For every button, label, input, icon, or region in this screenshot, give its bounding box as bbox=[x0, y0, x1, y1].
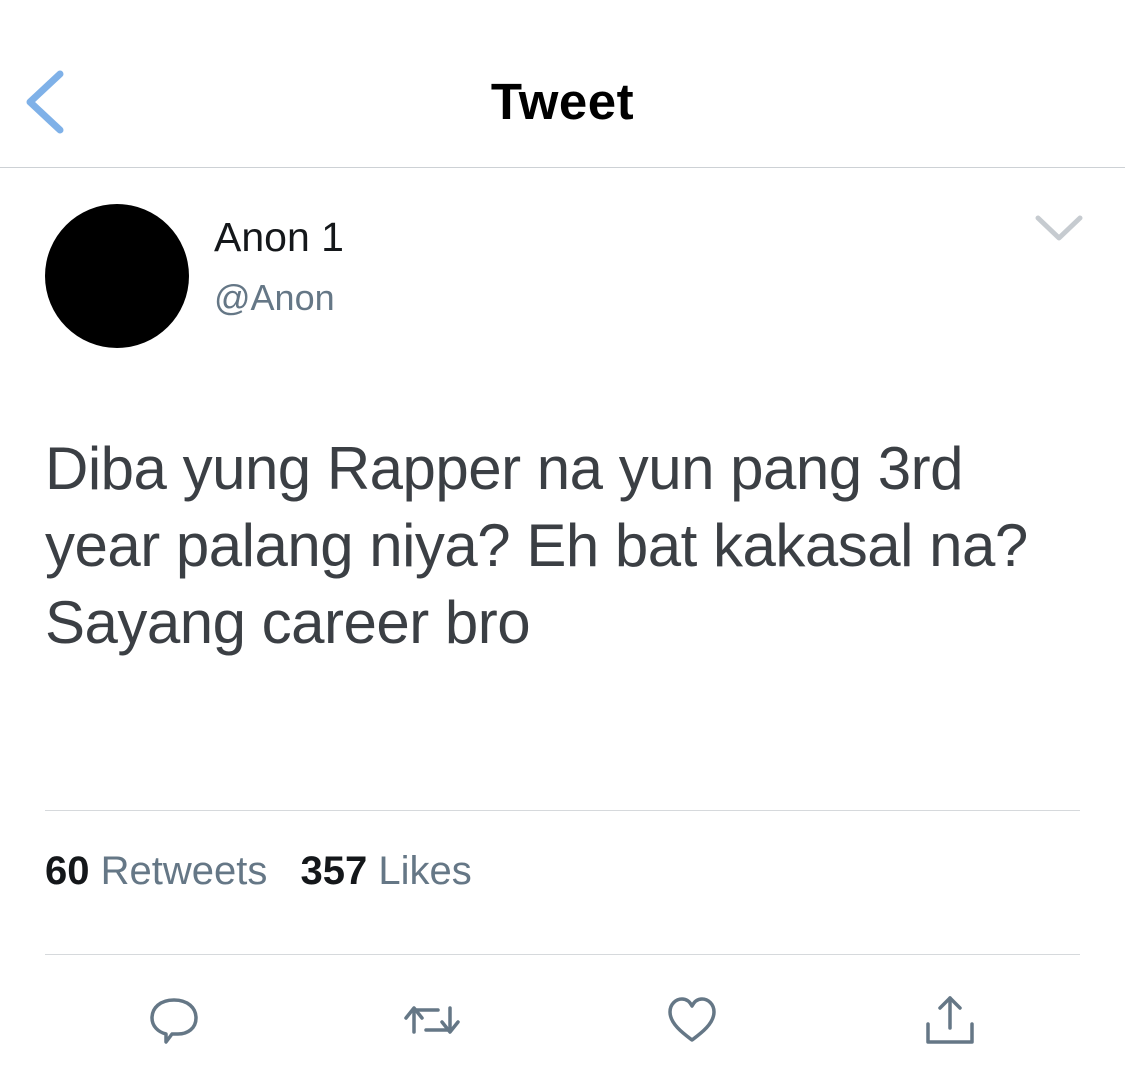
retweet-icon bbox=[404, 1006, 460, 1034]
divider bbox=[45, 954, 1080, 955]
share-icon bbox=[926, 996, 974, 1044]
page-title: Tweet bbox=[490, 73, 635, 130]
top-bar: Tweet bbox=[0, 0, 1125, 168]
author-handle[interactable]: @Anon bbox=[214, 277, 335, 319]
reply-button[interactable] bbox=[146, 990, 202, 1050]
like-button[interactable] bbox=[664, 990, 720, 1050]
tweet-stats: 60 Retweets 357 Likes bbox=[45, 849, 494, 894]
tweet-menu-button[interactable] bbox=[1030, 208, 1088, 250]
tweet-text-line: Diba yung Rapper na yun pang 3rd bbox=[45, 435, 963, 502]
likes-stat[interactable]: 357 Likes bbox=[301, 849, 472, 894]
avatar[interactable] bbox=[45, 204, 189, 348]
divider bbox=[45, 810, 1080, 811]
like-icon bbox=[668, 997, 716, 1042]
tweet-text-line: year palang niya? Eh bat kakasal na? bbox=[45, 512, 1028, 579]
share-button[interactable] bbox=[922, 990, 978, 1050]
reply-icon bbox=[150, 998, 198, 1044]
author-display-name[interactable]: Anon 1 bbox=[214, 214, 344, 261]
retweets-stat[interactable]: 60 Retweets bbox=[45, 849, 267, 894]
tweet-text-line: Sayang career bro bbox=[45, 589, 531, 656]
likes-count: 357 bbox=[300, 849, 368, 893]
retweet-button[interactable] bbox=[400, 990, 464, 1050]
retweets-label: Retweets bbox=[100, 849, 268, 893]
retweets-count: 60 bbox=[45, 849, 90, 893]
chevron-down-icon bbox=[1035, 215, 1083, 241]
tweet-text: Diba yung Rapper na yun pang 3rd year pa… bbox=[45, 430, 1095, 661]
likes-label: Likes bbox=[378, 849, 472, 893]
